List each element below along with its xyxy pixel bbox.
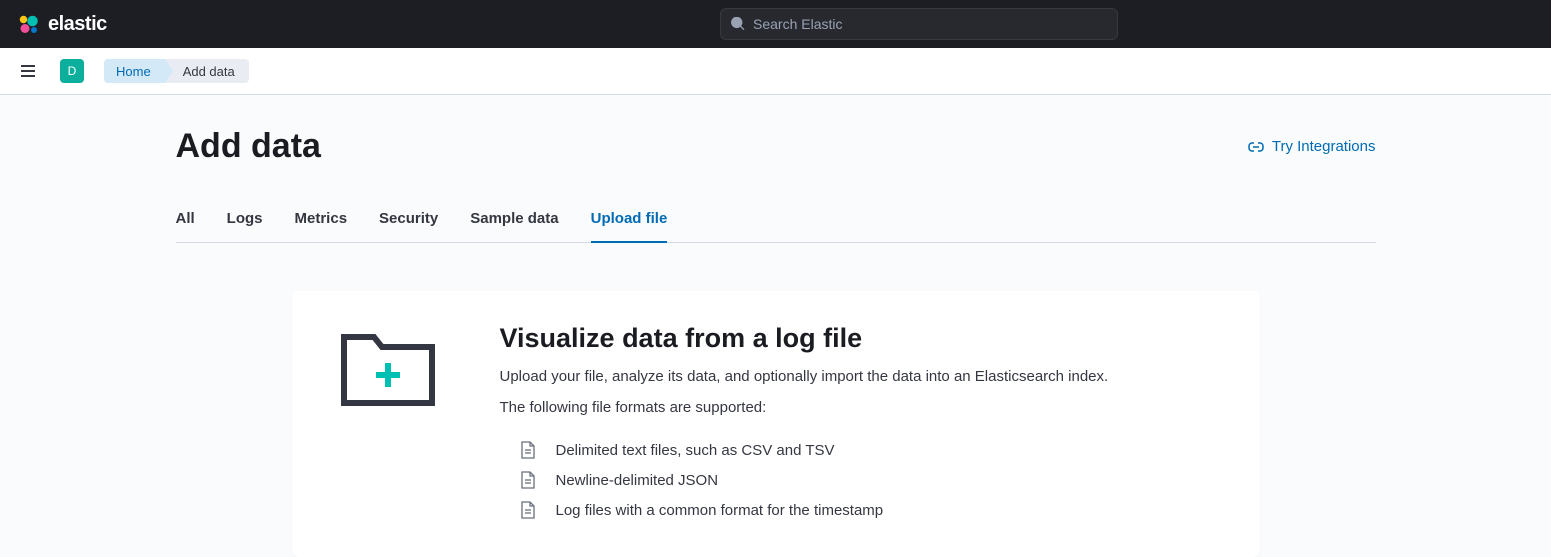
folder-add-icon	[340, 327, 436, 407]
space-avatar[interactable]: D	[60, 59, 84, 83]
breadcrumb: Home Add data	[104, 59, 249, 83]
global-search-input[interactable]: Search Elastic	[720, 8, 1118, 40]
breadcrumb-current: Add data	[165, 59, 249, 83]
card-description: Upload your file, analyze its data, and …	[500, 366, 1228, 389]
card-title: Visualize data from a log file	[500, 323, 1228, 354]
try-integrations-link[interactable]: Try Integrations	[1248, 138, 1376, 155]
card-subtext: The following file formats are supported…	[500, 397, 1228, 420]
tab-all[interactable]: All	[176, 198, 195, 243]
link-icon	[1248, 139, 1264, 155]
format-item: Delimited text files, such as CSV and TS…	[520, 435, 1228, 465]
file-icon	[520, 501, 536, 519]
page-header: Add data Try Integrations	[176, 127, 1376, 166]
tab-security[interactable]: Security	[379, 198, 438, 243]
format-list: Delimited text files, such as CSV and TS…	[500, 435, 1228, 525]
tab-sample-data[interactable]: Sample data	[470, 198, 558, 243]
file-icon	[520, 441, 536, 459]
page-content: Add data Try Integrations All Logs Metri…	[176, 95, 1376, 557]
card-content: Visualize data from a log file Upload yo…	[500, 323, 1260, 525]
elastic-logo-text: elastic	[48, 13, 107, 36]
breadcrumb-home[interactable]: Home	[104, 59, 165, 83]
tabs: All Logs Metrics Security Sample data Up…	[176, 198, 1376, 243]
sub-header: D Home Add data	[0, 48, 1551, 95]
search-icon	[731, 17, 745, 31]
tab-logs[interactable]: Logs	[227, 198, 263, 243]
toggle-nav-button[interactable]	[16, 59, 40, 83]
global-header: elastic Search Elastic	[0, 0, 1551, 48]
hamburger-icon	[20, 63, 36, 79]
elastic-logo-icon	[16, 12, 40, 36]
search-placeholder: Search Elastic	[753, 16, 842, 32]
format-item: Newline-delimited JSON	[520, 465, 1228, 495]
tab-metrics[interactable]: Metrics	[295, 198, 348, 243]
try-integrations-label: Try Integrations	[1272, 138, 1376, 155]
upload-card: Visualize data from a log file Upload yo…	[292, 291, 1260, 557]
elastic-logo[interactable]: elastic	[16, 12, 107, 36]
page-title: Add data	[176, 127, 321, 166]
format-item: Log files with a common format for the t…	[520, 495, 1228, 525]
file-icon	[520, 471, 536, 489]
tab-upload-file[interactable]: Upload file	[591, 198, 668, 243]
